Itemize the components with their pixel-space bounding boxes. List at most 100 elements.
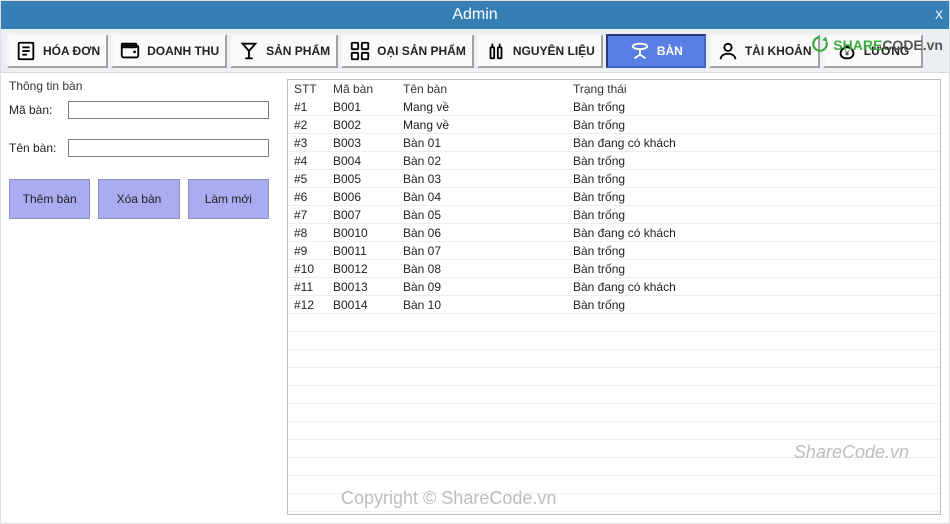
table-row-empty bbox=[288, 422, 940, 440]
cell-ma: B007 bbox=[333, 208, 403, 222]
table-row[interactable]: #8B0010Bàn 06Bàn đang có khách bbox=[288, 224, 940, 242]
cell-ma: B006 bbox=[333, 190, 403, 204]
tab-san-pham[interactable]: SẢN PHẨM bbox=[230, 34, 338, 68]
table-row[interactable]: #4B004Bàn 02Bàn trống bbox=[288, 152, 940, 170]
cell-ten: Bàn 10 bbox=[403, 298, 573, 312]
table-row[interactable]: #7B007Bàn 05Bàn trống bbox=[288, 206, 940, 224]
grid-icon bbox=[349, 40, 371, 62]
table-row-empty bbox=[288, 332, 940, 350]
cell-ma: B0014 bbox=[333, 298, 403, 312]
title-bar: Admin X bbox=[1, 1, 949, 29]
table-row[interactable]: #2B002Mang vềBàn trống bbox=[288, 116, 940, 134]
sharecode-logo: SHARECODE.vn bbox=[811, 35, 943, 53]
cell-ma: B005 bbox=[333, 172, 403, 186]
table-row-empty bbox=[288, 494, 940, 512]
table-row-empty bbox=[288, 386, 940, 404]
cell-tt: Bàn trống bbox=[573, 172, 773, 186]
wallet-icon bbox=[119, 40, 141, 62]
cell-stt: #3 bbox=[288, 136, 333, 150]
cell-ma: B004 bbox=[333, 154, 403, 168]
tab-label: SẢN PHẨM bbox=[266, 44, 330, 58]
cell-ma: B0011 bbox=[333, 244, 403, 258]
cell-ten: Bàn 04 bbox=[403, 190, 573, 204]
form-panel: Thông tin bàn Mã bàn: Tên bàn: Thêm bàn … bbox=[9, 79, 269, 219]
delete-button[interactable]: Xóa bàn bbox=[98, 179, 179, 219]
table-row-empty bbox=[288, 458, 940, 476]
content-area: Thông tin bàn Mã bàn: Tên bàn: Thêm bàn … bbox=[1, 73, 949, 523]
main-toolbar: HÓA ĐƠN DOANH THU SẢN PHẨM OẠI SẢN PHẨM NGUY… bbox=[1, 29, 949, 73]
cell-stt: #4 bbox=[288, 154, 333, 168]
tab-label: NGUYÊN LIỆU bbox=[513, 44, 595, 58]
app-window: Admin X HÓA ĐƠN DOANH THU SẢN PHẨM OẠI SẢN … bbox=[0, 0, 950, 524]
col-ma: Mã bàn bbox=[333, 82, 403, 96]
cell-stt: #8 bbox=[288, 226, 333, 240]
ma-ban-label: Mã bàn: bbox=[9, 103, 64, 117]
tab-label: BÀN bbox=[657, 44, 683, 58]
logo-suffix: CODE.vn bbox=[882, 37, 943, 53]
col-tt: Trạng thái bbox=[573, 82, 773, 96]
cell-stt: #2 bbox=[288, 118, 333, 132]
cell-stt: #10 bbox=[288, 262, 333, 276]
cell-stt: #5 bbox=[288, 172, 333, 186]
cell-ma: B0010 bbox=[333, 226, 403, 240]
tab-label: OẠI SẢN PHẨM bbox=[377, 44, 466, 58]
cell-stt: #9 bbox=[288, 244, 333, 258]
table-row-empty bbox=[288, 350, 940, 368]
table-row[interactable]: #11B0013Bàn 09Bàn đang có khách bbox=[288, 278, 940, 296]
tab-doanh-thu[interactable]: DOANH THU bbox=[111, 34, 227, 68]
tab-label: HÓA ĐƠN bbox=[43, 44, 100, 58]
cell-ten: Bàn 03 bbox=[403, 172, 573, 186]
close-button[interactable]: X bbox=[935, 1, 943, 29]
table-row-empty bbox=[288, 314, 940, 332]
refresh-button[interactable]: Làm mới bbox=[188, 179, 269, 219]
tab-nguyen-lieu[interactable]: NGUYÊN LIỆU bbox=[477, 34, 603, 68]
cell-ma: B002 bbox=[333, 118, 403, 132]
cell-stt: #6 bbox=[288, 190, 333, 204]
cell-tt: Bàn trống bbox=[573, 244, 773, 258]
cell-ten: Mang về bbox=[403, 100, 573, 114]
cell-tt: Bàn trống bbox=[573, 100, 773, 114]
table-row[interactable]: #5B005Bàn 03Bàn trống bbox=[288, 170, 940, 188]
cell-tt: Bàn trống bbox=[573, 262, 773, 276]
table-row[interactable]: #10B0012Bàn 08Bàn trống bbox=[288, 260, 940, 278]
cell-tt: Bàn đang có khách bbox=[573, 226, 773, 240]
bottles-icon bbox=[485, 40, 507, 62]
table-row-empty bbox=[288, 440, 940, 458]
tab-label: TÀI KHOẢN bbox=[745, 44, 812, 58]
table-row[interactable]: #3B003Bàn 01Bàn đang có khách bbox=[288, 134, 940, 152]
table-row[interactable]: #12B0014Bàn 10Bàn trống bbox=[288, 296, 940, 314]
table-row-empty bbox=[288, 476, 940, 494]
tab-tai-khoan[interactable]: TÀI KHOẢN bbox=[709, 34, 820, 68]
table-icon bbox=[629, 40, 651, 62]
ma-ban-input[interactable] bbox=[68, 101, 269, 119]
cell-ten: Bàn 01 bbox=[403, 136, 573, 150]
user-icon bbox=[717, 40, 739, 62]
logo-prefix: SHARE bbox=[833, 37, 882, 53]
table-row[interactable]: #1B001Mang vềBàn trống bbox=[288, 98, 940, 116]
cell-ten: Mang về bbox=[403, 118, 573, 132]
tab-ban[interactable]: BÀN bbox=[606, 34, 706, 68]
tab-hoa-don[interactable]: HÓA ĐƠN bbox=[7, 34, 108, 68]
cell-ten: Bàn 02 bbox=[403, 154, 573, 168]
table-row[interactable]: #9B0011Bàn 07Bàn trống bbox=[288, 242, 940, 260]
form-group-title: Thông tin bàn bbox=[9, 79, 269, 93]
cell-ma: B0012 bbox=[333, 262, 403, 276]
cell-ten: Bàn 09 bbox=[403, 280, 573, 294]
table-row-empty bbox=[288, 512, 940, 515]
cell-ten: Bàn 06 bbox=[403, 226, 573, 240]
cell-ten: Bàn 07 bbox=[403, 244, 573, 258]
spinner-icon bbox=[811, 35, 829, 53]
cell-stt: #7 bbox=[288, 208, 333, 222]
receipt-icon bbox=[15, 40, 37, 62]
tab-label: DOANH THU bbox=[147, 44, 219, 58]
data-grid[interactable]: STT Mã bàn Tên bàn Trạng thái #1B001Mang… bbox=[287, 79, 941, 515]
cell-ma: B0013 bbox=[333, 280, 403, 294]
tab-loai-san-pham[interactable]: OẠI SẢN PHẨM bbox=[341, 34, 474, 68]
ten-ban-input[interactable] bbox=[68, 139, 269, 157]
ten-ban-label: Tên bàn: bbox=[9, 141, 64, 155]
table-row[interactable]: #6B006Bàn 04Bàn trống bbox=[288, 188, 940, 206]
table-row-empty bbox=[288, 404, 940, 422]
add-button[interactable]: Thêm bàn bbox=[9, 179, 90, 219]
cell-tt: Bàn trống bbox=[573, 118, 773, 132]
window-title: Admin bbox=[452, 6, 497, 23]
